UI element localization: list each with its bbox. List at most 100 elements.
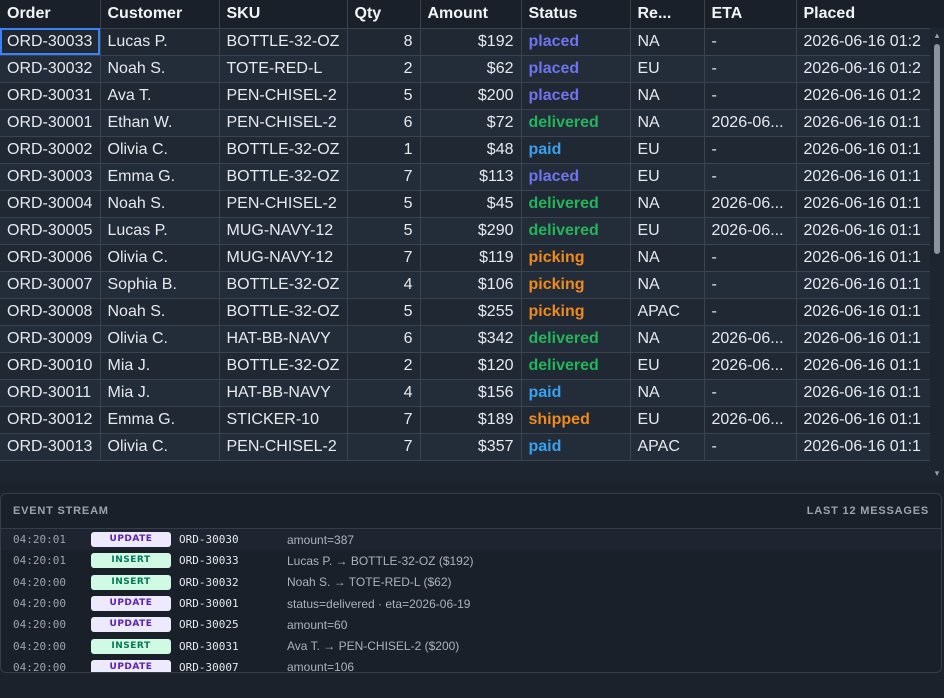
scroll-up-icon[interactable]: ▴ xyxy=(932,30,942,40)
cell-region[interactable]: EU xyxy=(630,163,705,191)
cell-region[interactable]: EU xyxy=(630,217,705,245)
table-row[interactable]: ORD-30010 Mia J. BOTTLE-32-OZ 2 $120 delivere… xyxy=(0,352,944,380)
cell-placed[interactable]: 2026-06-16 01:1 xyxy=(796,433,944,461)
cell-amount[interactable]: $156 xyxy=(420,379,522,407)
table-row[interactable]: ORD-30013 Olivia C. PEN-CHISEL-2 7 $357 paid A… xyxy=(0,433,944,461)
column-header-status[interactable]: Status xyxy=(521,0,631,29)
cell-status[interactable]: paid xyxy=(521,433,631,461)
cell-placed[interactable]: 2026-06-16 01:1 xyxy=(796,325,944,353)
scroll-down-icon[interactable]: ▾ xyxy=(932,468,942,478)
cell-region[interactable]: NA xyxy=(630,244,705,272)
cell-customer[interactable]: Olivia C. xyxy=(100,136,220,164)
cell-placed[interactable]: 2026-06-16 01:1 xyxy=(796,163,944,191)
cell-placed[interactable]: 2026-06-16 01:1 xyxy=(796,109,944,137)
cell-customer[interactable]: Ethan W. xyxy=(100,109,220,137)
cell-customer[interactable]: Olivia C. xyxy=(100,325,220,353)
cell-placed[interactable]: 2026-06-16 01:1 xyxy=(796,379,944,407)
table-row[interactable]: ORD-30004 Noah S. PEN-CHISEL-2 5 $45 delivere… xyxy=(0,190,944,218)
cell-eta[interactable]: - xyxy=(704,163,797,191)
cell-status[interactable]: picking xyxy=(521,271,631,299)
cell-order[interactable]: ORD-30032 xyxy=(0,55,101,83)
cell-amount[interactable]: $48 xyxy=(420,136,522,164)
column-header-placed[interactable]: Placed xyxy=(796,0,944,29)
cell-status[interactable]: placed xyxy=(521,55,631,83)
cell-status[interactable]: delivered xyxy=(521,109,631,137)
cell-sku[interactable]: MUG-NAVY-12 xyxy=(219,244,348,272)
table-row[interactable]: ORD-30008 Noah S. BOTTLE-32-OZ 5 $255 picking… xyxy=(0,298,944,326)
cell-eta[interactable]: 2026-06... xyxy=(704,190,797,218)
cell-region[interactable]: APAC xyxy=(630,433,705,461)
table-row[interactable]: ORD-30006 Olivia C. MUG-NAVY-12 7 $119 pickin… xyxy=(0,244,944,272)
cell-sku[interactable]: BOTTLE-32-OZ xyxy=(219,136,348,164)
cell-eta[interactable]: - xyxy=(704,82,797,110)
cell-qty[interactable]: 5 xyxy=(347,217,421,245)
cell-order[interactable]: ORD-30005 xyxy=(0,217,101,245)
table-row[interactable]: ORD-30032 Noah S. TOTE-RED-L 2 $62 placed EU -2… xyxy=(0,55,944,83)
cell-status[interactable]: delivered xyxy=(521,217,631,245)
cell-region[interactable]: NA xyxy=(630,109,705,137)
cell-qty[interactable]: 1 xyxy=(347,136,421,164)
cell-qty[interactable]: 7 xyxy=(347,433,421,461)
table-row[interactable]: ORD-30001 Ethan W. PEN-CHISEL-2 6 $72 deliver… xyxy=(0,109,944,137)
cell-order[interactable]: ORD-30008 xyxy=(0,298,101,326)
cell-order[interactable]: ORD-30010 xyxy=(0,352,101,380)
cell-status[interactable]: placed xyxy=(521,28,631,56)
cell-order[interactable]: ORD-30012 xyxy=(0,406,101,434)
cell-order[interactable]: ORD-30006 xyxy=(0,244,101,272)
cell-customer[interactable]: Noah S. xyxy=(100,298,220,326)
cell-order[interactable]: ORD-30007 xyxy=(0,271,101,299)
cell-eta[interactable]: 2026-06... xyxy=(704,109,797,137)
cell-placed[interactable]: 2026-06-16 01:1 xyxy=(796,190,944,218)
cell-eta[interactable]: 2026-06... xyxy=(704,217,797,245)
cell-eta[interactable]: - xyxy=(704,136,797,164)
cell-eta[interactable]: - xyxy=(704,298,797,326)
cell-status[interactable]: placed xyxy=(521,82,631,110)
cell-placed[interactable]: 2026-06-16 01:1 xyxy=(796,217,944,245)
cell-sku[interactable]: MUG-NAVY-12 xyxy=(219,217,348,245)
cell-customer[interactable]: Mia J. xyxy=(100,379,220,407)
cell-sku[interactable]: PEN-CHISEL-2 xyxy=(219,109,348,137)
cell-qty[interactable]: 5 xyxy=(347,82,421,110)
cell-order[interactable]: ORD-30031 xyxy=(0,82,101,110)
cell-customer[interactable]: Noah S. xyxy=(100,55,220,83)
table-row[interactable]: ORD-30033 Lucas P. BOTTLE-32-OZ 8 $192 placed… xyxy=(0,28,944,56)
cell-order[interactable]: ORD-30001 xyxy=(0,109,101,137)
table-row[interactable]: ORD-30011 Mia J. HAT-BB-NAVY 4 $156 paid NA -20… xyxy=(0,379,944,407)
cell-amount[interactable]: $62 xyxy=(420,55,522,83)
cell-placed[interactable]: 2026-06-16 01:1 xyxy=(796,136,944,164)
cell-sku[interactable]: BOTTLE-32-OZ xyxy=(219,163,348,191)
cell-region[interactable]: NA xyxy=(630,325,705,353)
cell-sku[interactable]: HAT-BB-NAVY xyxy=(219,325,348,353)
cell-qty[interactable]: 6 xyxy=(347,109,421,137)
cell-amount[interactable]: $120 xyxy=(420,352,522,380)
cell-customer[interactable]: Emma G. xyxy=(100,163,220,191)
cell-eta[interactable]: - xyxy=(704,271,797,299)
column-header-amount[interactable]: Amount xyxy=(420,0,522,29)
cell-placed[interactable]: 2026-06-16 01:2 xyxy=(796,28,944,56)
cell-placed[interactable]: 2026-06-16 01:1 xyxy=(796,352,944,380)
table-row[interactable]: ORD-30005 Lucas P. MUG-NAVY-12 5 $290 deliver… xyxy=(0,217,944,245)
cell-sku[interactable]: PEN-CHISEL-2 xyxy=(219,433,348,461)
cell-sku[interactable]: BOTTLE-32-OZ xyxy=(219,271,348,299)
cell-sku[interactable]: BOTTLE-32-OZ xyxy=(219,352,348,380)
cell-customer[interactable]: Noah S. xyxy=(100,190,220,218)
cell-eta[interactable]: - xyxy=(704,379,797,407)
cell-qty[interactable]: 2 xyxy=(347,352,421,380)
cell-placed[interactable]: 2026-06-16 01:1 xyxy=(796,406,944,434)
column-header-sku[interactable]: SKU xyxy=(219,0,348,29)
cell-region[interactable]: EU xyxy=(630,55,705,83)
cell-eta[interactable]: 2026-06... xyxy=(704,352,797,380)
cell-amount[interactable]: $357 xyxy=(420,433,522,461)
cell-amount[interactable]: $290 xyxy=(420,217,522,245)
column-header-region[interactable]: Re... xyxy=(630,0,705,29)
cell-placed[interactable]: 2026-06-16 01:2 xyxy=(796,82,944,110)
cell-region[interactable]: EU xyxy=(630,406,705,434)
cell-qty[interactable]: 5 xyxy=(347,190,421,218)
cell-amount[interactable]: $200 xyxy=(420,82,522,110)
cell-order[interactable]: ORD-30011 xyxy=(0,379,101,407)
cell-status[interactable]: placed xyxy=(521,163,631,191)
cell-eta[interactable]: - xyxy=(704,433,797,461)
column-header-customer[interactable]: Customer xyxy=(100,0,220,29)
cell-order[interactable]: ORD-30002 xyxy=(0,136,101,164)
cell-status[interactable]: shipped xyxy=(521,406,631,434)
